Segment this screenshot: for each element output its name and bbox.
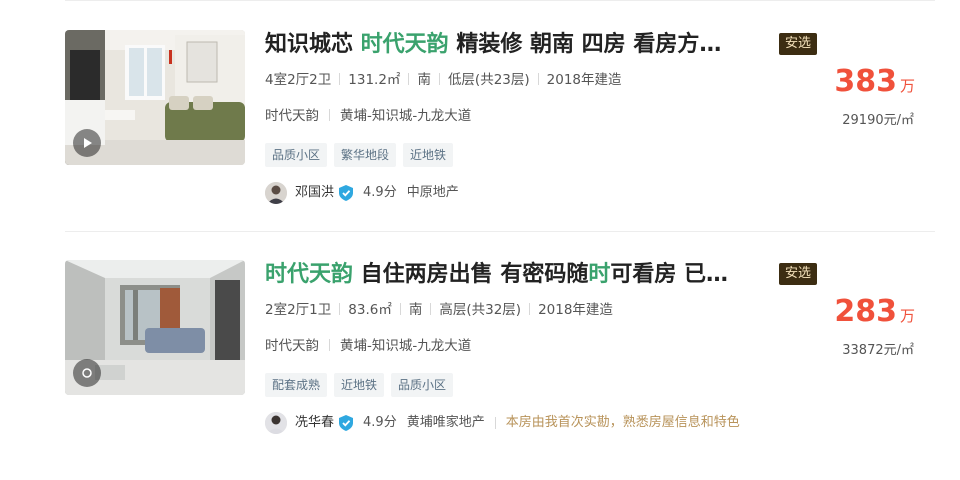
- feature-tag: 品质小区: [391, 373, 454, 397]
- community-link[interactable]: 时代天韵: [265, 108, 319, 124]
- feature-tag: 繁华地段: [334, 143, 397, 167]
- price-value: 383: [834, 64, 897, 99]
- title-part: 知识城芯: [265, 32, 361, 57]
- unit-price: 29190元/㎡: [842, 113, 914, 128]
- listing-title[interactable]: 时代天韵 自住两房出售 有密码随时可看房 已…: [265, 260, 770, 290]
- floor-text: 高层(共32层): [439, 302, 522, 318]
- title-part-highlight: 时: [588, 262, 611, 287]
- unit-price: 33872元/㎡: [842, 343, 914, 358]
- verified-shield-icon: [339, 185, 354, 201]
- floor-text: 低层(共23层): [447, 72, 530, 88]
- separator: [408, 73, 410, 85]
- title-part: 可看房 已…: [610, 262, 729, 287]
- separator: [339, 303, 341, 315]
- agent-note: 本房由我首次实勘，熟悉房屋信息和特色: [505, 415, 740, 430]
- separator: [399, 303, 401, 315]
- listing-card[interactable]: 时代天韵 自住两房出售 有密码随时可看房 已… 安选 2室2厅1卫 83.6㎡南高…: [0, 260, 960, 480]
- orientation-text: 南: [417, 72, 431, 88]
- community-link[interactable]: 时代天韵: [265, 338, 319, 354]
- title-part: 自住两房出售 有密码随: [353, 262, 589, 287]
- separator: [329, 109, 330, 121]
- separator: [430, 303, 432, 315]
- layout-text: 4室2厅2卫: [265, 72, 332, 88]
- title-part: 精装修 朝南 四房 看房方…: [448, 32, 722, 57]
- vr-icon[interactable]: [73, 359, 101, 387]
- agent-score: 4.9分: [363, 415, 397, 430]
- feature-tag: 品质小区: [265, 143, 328, 167]
- separator: [339, 73, 341, 85]
- feature-tag: 配套成熟: [265, 373, 328, 397]
- area-text: 131.2㎡: [348, 72, 401, 88]
- tag-list: 品质小区 繁华地段 近地铁: [265, 143, 460, 167]
- listing-photo[interactable]: [65, 30, 245, 165]
- separator: [537, 73, 539, 85]
- agent-name[interactable]: 邓国洪: [295, 185, 334, 200]
- year-text: 2018年建造: [538, 302, 613, 318]
- separator: [438, 73, 440, 85]
- title-part-highlight: 时代天韵: [265, 262, 354, 287]
- house-info: 2室2厅1卫 83.6㎡南高层(共32层) 2018年建造: [265, 300, 613, 320]
- price-value: 283: [834, 294, 897, 329]
- agent-score: 4.9分: [363, 185, 397, 200]
- orientation-text: 南: [408, 302, 423, 318]
- divider-top: [65, 0, 935, 1]
- agent-company: 中原地产: [406, 185, 459, 200]
- price-unit: 万: [899, 77, 915, 95]
- agent-info: 冼华春 4.9分 黄埔唯家地产 本房由我首次实勘，熟悉房屋信息和特色: [265, 411, 740, 435]
- area-text: 83.6㎡: [348, 302, 392, 318]
- address: 时代天韵 黄埔-知识城-九龙大道: [265, 106, 471, 126]
- address: 时代天韵 黄埔-知识城-九龙大道: [265, 336, 471, 356]
- total-price: 283 万: [834, 294, 915, 329]
- feature-tag: 近地铁: [334, 373, 385, 397]
- verified-shield-icon: [339, 415, 354, 431]
- tag-list: 配套成熟 近地铁 品质小区: [265, 373, 460, 397]
- listing-title[interactable]: 知识城芯 时代天韵 精装修 朝南 四房 看房方…: [265, 30, 770, 60]
- location-link[interactable]: 黄埔-知识城-九龙大道: [340, 338, 471, 354]
- agent-avatar[interactable]: [265, 412, 287, 434]
- anxuan-badge: 安选: [779, 263, 818, 285]
- agent-company: 黄埔唯家地产: [406, 415, 485, 430]
- agent-info: 邓国洪 4.9分 中原地产: [265, 181, 459, 205]
- separator: [329, 339, 330, 351]
- separator: [494, 417, 496, 429]
- house-info: 4室2厅2卫 131.2㎡南低层(共23层) 2018年建造: [265, 70, 622, 90]
- price-unit: 万: [899, 307, 915, 325]
- feature-tag: 近地铁: [403, 143, 454, 167]
- total-price: 383 万: [834, 64, 915, 99]
- listing-card[interactable]: 知识城芯 时代天韵 精装修 朝南 四房 看房方… 安选 4室2厅2卫 131.2㎡…: [0, 30, 960, 250]
- agent-name[interactable]: 冼华春: [295, 415, 334, 430]
- anxuan-badge: 安选: [779, 33, 818, 55]
- location-link[interactable]: 黄埔-知识城-九龙大道: [340, 108, 471, 124]
- listing-photo[interactable]: [65, 260, 245, 395]
- agent-avatar[interactable]: [265, 182, 287, 204]
- separator: [529, 303, 531, 315]
- title-part-highlight: 时代天韵: [360, 32, 449, 57]
- divider: [65, 231, 935, 232]
- layout-text: 2室2厅1卫: [265, 302, 332, 318]
- year-text: 2018年建造: [546, 72, 622, 88]
- play-icon[interactable]: [73, 129, 101, 157]
